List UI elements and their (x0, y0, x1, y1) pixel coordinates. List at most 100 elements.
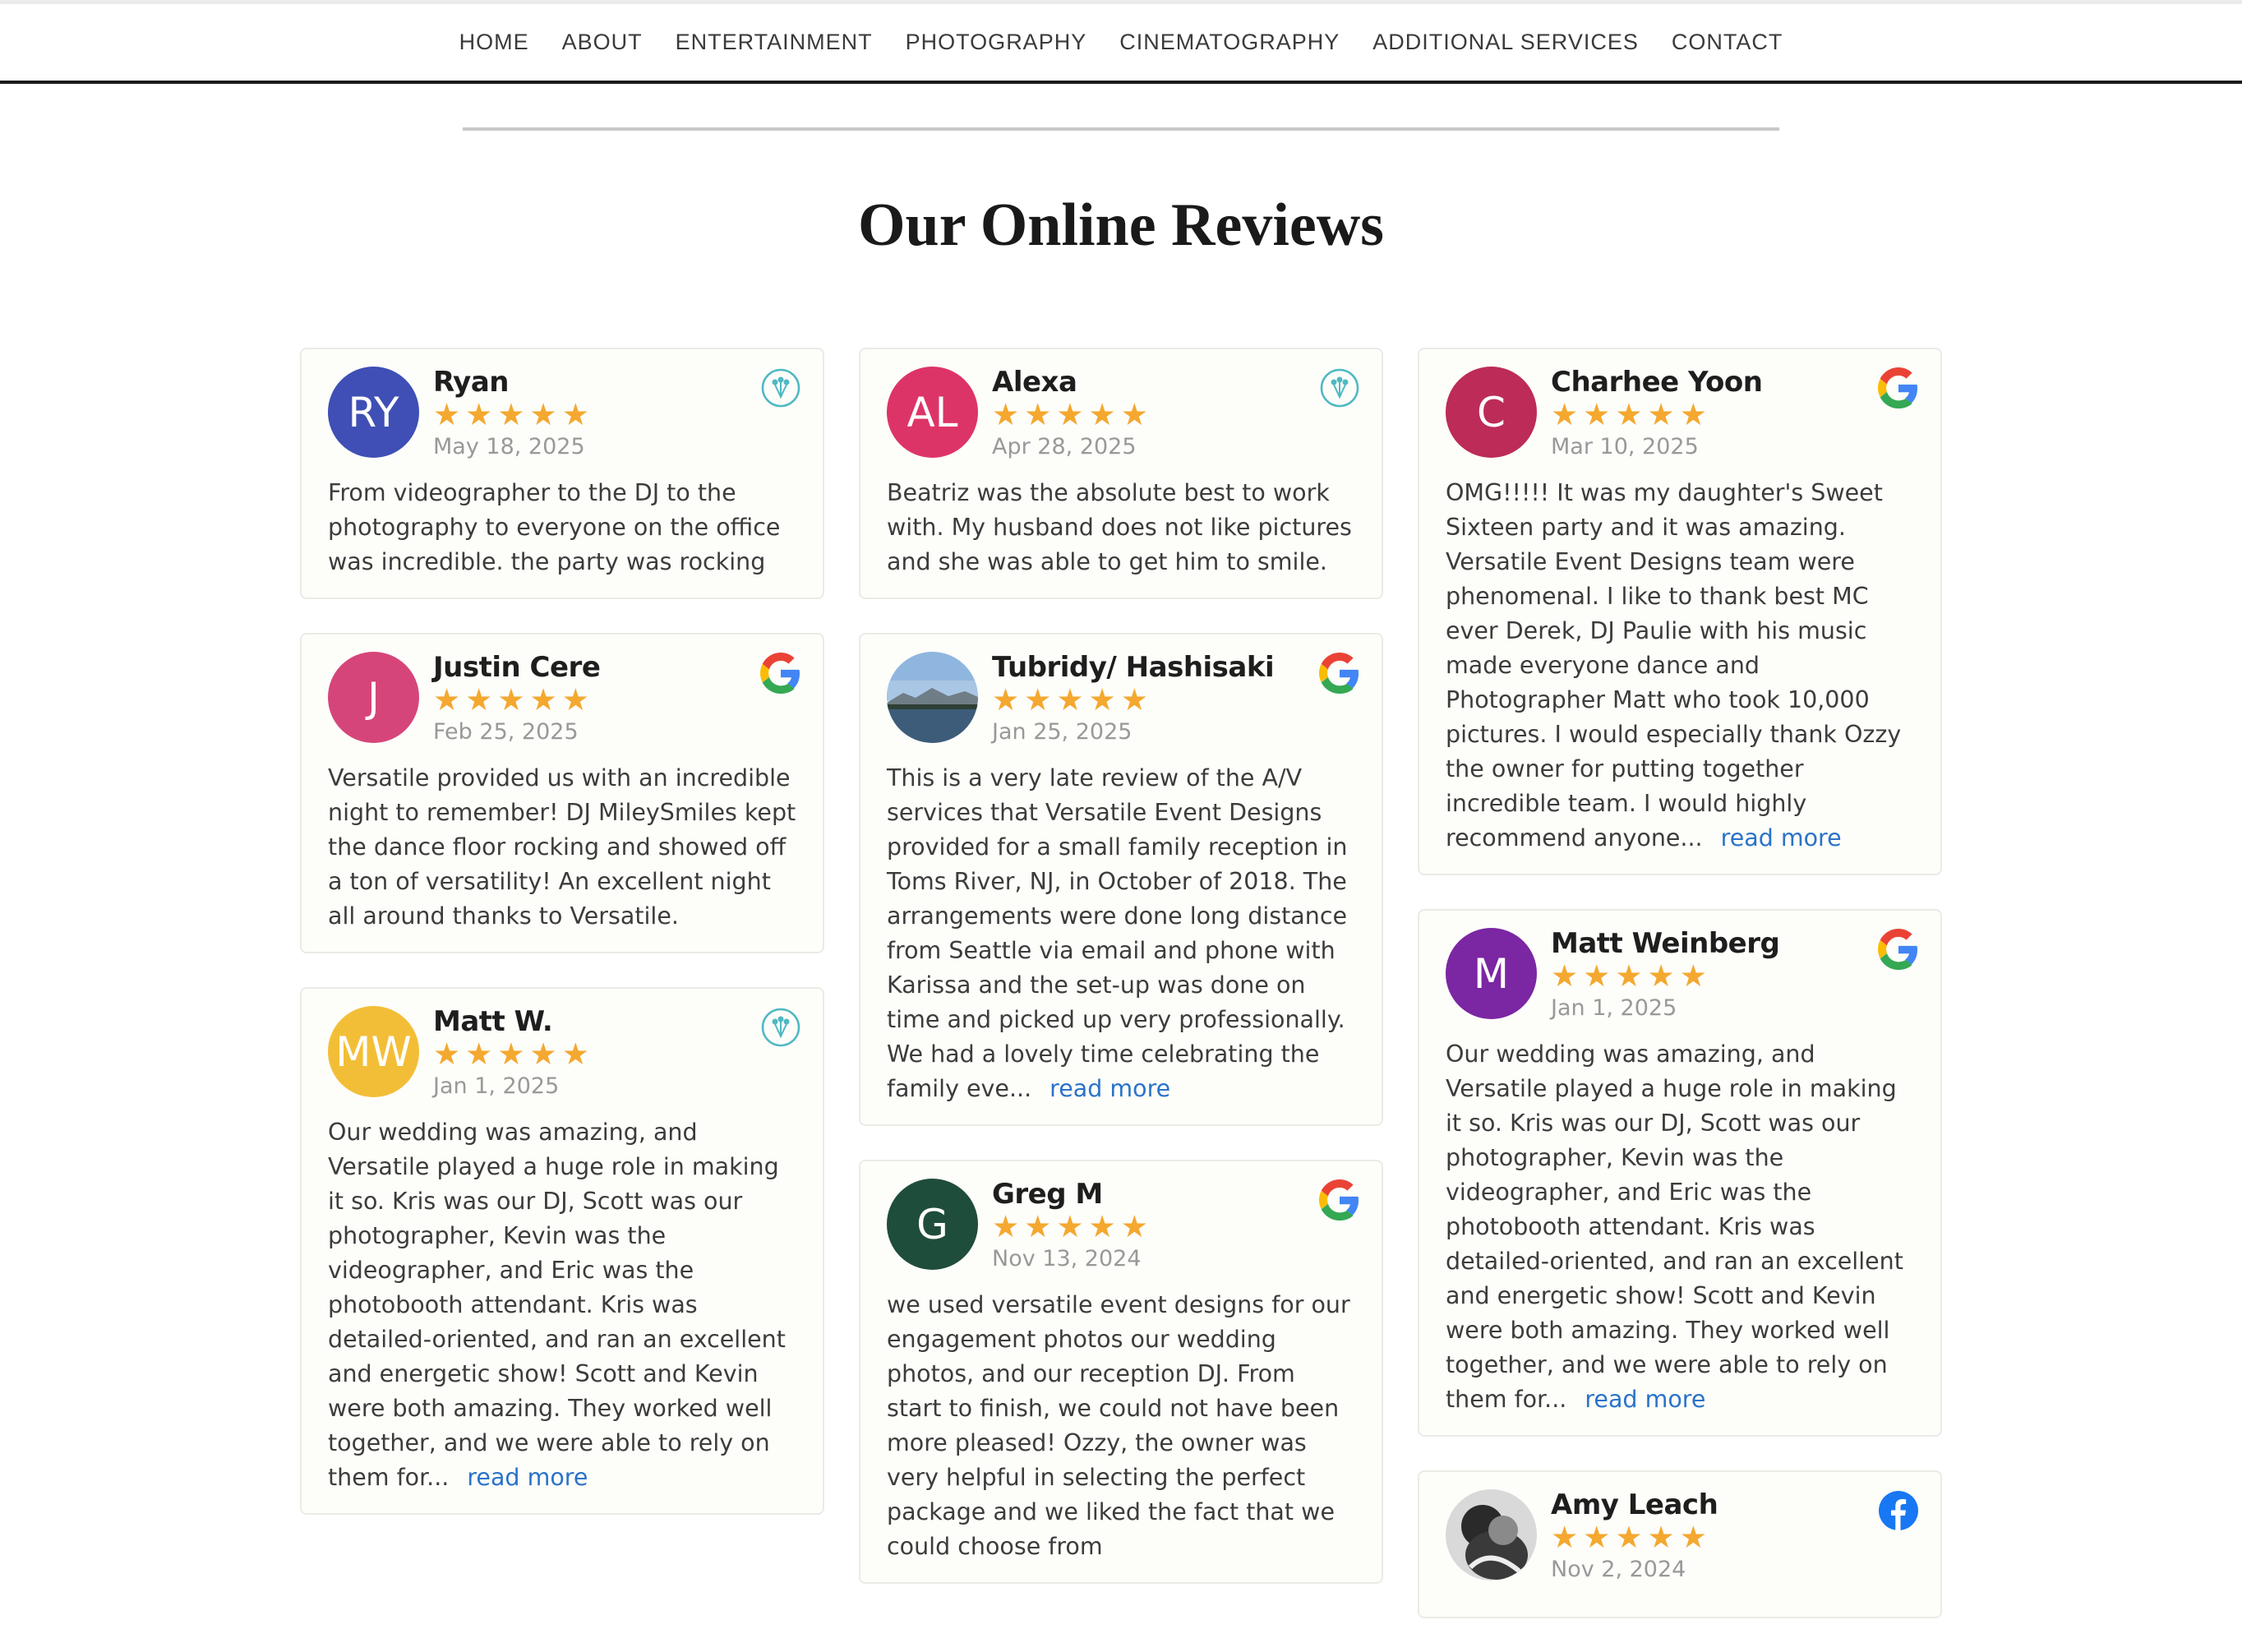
nav-contact[interactable]: CONTACT (1672, 30, 1783, 55)
review-header: C Charhee Yoon ★ ★ ★ ★ ★ Mar 10, 2025 (1446, 366, 1914, 476)
weddingwire-icon[interactable] (760, 1007, 801, 1048)
avatar: MW (328, 1006, 419, 1097)
review-card: Tubridy/ Hashisaki ★ ★ ★ ★ ★ Jan 25, 2025 This … (859, 633, 1383, 1126)
review-text-content: Beatriz was the absolute best to work wi… (887, 479, 1352, 575)
reviewer-name: Charhee Yoon (1551, 366, 1763, 399)
review-header: G Greg M ★ ★ ★ ★ ★ Nov 13, 2024 (887, 1178, 1355, 1288)
review-card: AL Alexa ★ ★ ★ ★ ★ Apr 28, 2025 Beatriz was the … (859, 348, 1383, 599)
facebook-icon[interactable] (1878, 1490, 1919, 1531)
reviews-column-1: RY Ryan ★ ★ ★ ★ ★ May 18, 2025 From videographer… (300, 348, 824, 1548)
nav-home[interactable]: HOME (459, 30, 529, 55)
avatar: RY (328, 367, 419, 458)
star-icon: ★ (1679, 1520, 1707, 1555)
reviewer-name: Ryan (433, 366, 509, 399)
review-text: Beatriz was the absolute best to work wi… (887, 476, 1355, 579)
nav-photography[interactable]: PHOTOGRAPHY (906, 30, 1087, 55)
star-icon: ★ (1583, 397, 1611, 432)
google-icon[interactable] (1319, 1179, 1360, 1221)
review-text: This is a very late review of the A/V se… (887, 761, 1355, 1106)
review-card: M Matt Weinberg ★ ★ ★ ★ ★ Jan 1, 2025 Our weddin… (1418, 909, 1942, 1437)
read-more-link[interactable]: read more (467, 1464, 588, 1491)
reviews-column-3: C Charhee Yoon ★ ★ ★ ★ ★ Mar 10, 2025 OMG!!!!! I… (1418, 348, 1942, 1652)
review-text-content: OMG!!!!! It was my daughter's Sweet Sixt… (1446, 479, 1902, 851)
review-card: G Greg M ★ ★ ★ ★ ★ Nov 13, 2024 we used versatil… (859, 1160, 1383, 1584)
review-header: MW Matt W. ★ ★ ★ ★ ★ Jan 1, 2025 (328, 1005, 796, 1115)
reviewer-name: Tubridy/ Hashisaki (992, 651, 1275, 684)
star-icon: ★ (465, 1036, 493, 1072)
star-icon: ★ (992, 1209, 1020, 1244)
review-text-content: Our wedding was amazing, and Versatile p… (328, 1119, 786, 1491)
star-icon: ★ (1120, 1209, 1148, 1244)
star-rating: ★ ★ ★ ★ ★ (433, 684, 600, 717)
reviewer-name: Matt W. (433, 1005, 553, 1038)
review-date: Feb 25, 2025 (433, 719, 579, 745)
star-rating: ★ ★ ★ ★ ★ (992, 1211, 1153, 1244)
read-more-link[interactable]: read more (1585, 1386, 1705, 1413)
star-icon: ★ (433, 397, 461, 432)
star-rating: ★ ★ ★ ★ ★ (433, 399, 594, 431)
star-icon: ★ (529, 1036, 557, 1072)
avatar: G (887, 1179, 978, 1270)
star-rating: ★ ★ ★ ★ ★ (992, 399, 1153, 431)
review-header: M Matt Weinberg ★ ★ ★ ★ ★ Jan 1, 2025 (1446, 927, 1914, 1037)
google-icon[interactable] (760, 653, 801, 694)
review-header: RY Ryan ★ ★ ★ ★ ★ May 18, 2025 (328, 366, 796, 476)
review-header: AL Alexa ★ ★ ★ ★ ★ Apr 28, 2025 (887, 366, 1355, 476)
nav-entertainment[interactable]: ENTERTAINMENT (676, 30, 873, 55)
review-header: Tubridy/ Hashisaki ★ ★ ★ ★ ★ Jan 25, 2025 (887, 651, 1355, 761)
review-header: Amy Leach ★ ★ ★ ★ ★ Nov 2, 2024 (1446, 1488, 1914, 1599)
star-icon: ★ (529, 397, 557, 432)
google-icon[interactable] (1319, 653, 1360, 694)
star-icon: ★ (465, 397, 493, 432)
review-text: From videographer to the DJ to the photo… (328, 476, 796, 579)
star-icon: ★ (1679, 397, 1707, 432)
review-meta: Charhee Yoon ★ ★ ★ ★ ★ Mar 10, 2025 (1551, 366, 1763, 463)
star-rating: ★ ★ ★ ★ ★ (992, 684, 1274, 717)
review-date: May 18, 2025 (433, 434, 585, 459)
reviewer-name: Greg M (992, 1178, 1103, 1211)
avatar (1446, 1489, 1537, 1580)
star-icon: ★ (1056, 397, 1084, 432)
star-icon: ★ (1551, 958, 1579, 994)
star-icon: ★ (1583, 1520, 1611, 1555)
nav-additional-services[interactable]: ADDITIONAL SERVICES (1372, 30, 1639, 55)
star-icon: ★ (1551, 397, 1579, 432)
weddingwire-icon[interactable] (760, 367, 801, 408)
star-icon: ★ (1024, 682, 1052, 718)
review-meta: Tubridy/ Hashisaki ★ ★ ★ ★ ★ Jan 25, 2025 (992, 651, 1275, 748)
star-icon: ★ (561, 1036, 589, 1072)
review-text: Our wedding was amazing, and Versatile p… (328, 1115, 796, 1495)
page-title: Our Online Reviews (858, 192, 1384, 259)
star-icon: ★ (497, 682, 525, 718)
section-divider (463, 127, 1779, 131)
review-date: Mar 10, 2025 (1551, 434, 1699, 459)
review-meta: Alexa ★ ★ ★ ★ ★ Apr 28, 2025 (992, 366, 1153, 463)
weddingwire-icon[interactable] (1319, 367, 1360, 408)
nav-cinematography[interactable]: CINEMATOGRAPHY (1119, 30, 1340, 55)
star-rating: ★ ★ ★ ★ ★ (1551, 960, 1779, 993)
avatar (887, 652, 978, 743)
star-icon: ★ (1088, 682, 1116, 718)
review-header: J Justin Cere ★ ★ ★ ★ ★ Feb 25, 2025 (328, 651, 796, 761)
review-text: we used versatile event designs for our … (887, 1288, 1355, 1564)
reviewer-name: Amy Leach (1551, 1488, 1718, 1521)
review-card: Amy Leach ★ ★ ★ ★ ★ Nov 2, 2024 (1418, 1470, 1942, 1618)
review-date: Jan 25, 2025 (992, 719, 1133, 745)
star-icon: ★ (992, 397, 1020, 432)
read-more-link[interactable]: read more (1049, 1075, 1170, 1102)
nav-about[interactable]: ABOUT (562, 30, 643, 55)
star-rating: ★ ★ ★ ★ ★ (433, 1038, 594, 1071)
review-meta: Matt W. ★ ★ ★ ★ ★ Jan 1, 2025 (433, 1005, 594, 1102)
review-date: Jan 1, 2025 (1551, 995, 1677, 1021)
avatar: J (328, 652, 419, 743)
read-more-link[interactable]: read more (1721, 824, 1842, 851)
star-icon: ★ (1120, 397, 1148, 432)
star-icon: ★ (1551, 1520, 1579, 1555)
star-icon: ★ (561, 682, 589, 718)
avatar: C (1446, 367, 1537, 458)
google-icon[interactable] (1878, 367, 1919, 408)
star-icon: ★ (992, 682, 1020, 718)
review-text: Our wedding was amazing, and Versatile p… (1446, 1037, 1914, 1417)
google-icon[interactable] (1878, 929, 1919, 970)
review-card: J Justin Cere ★ ★ ★ ★ ★ Feb 25, 2025 Versatile p… (300, 633, 824, 953)
